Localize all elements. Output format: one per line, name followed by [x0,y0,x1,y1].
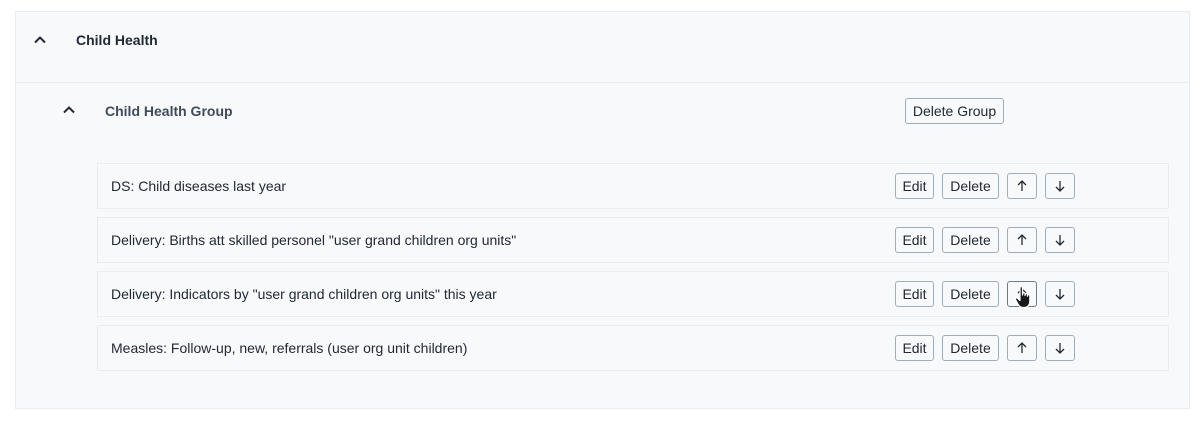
arrow-down-icon [1055,343,1065,354]
chevron-up-icon[interactable] [57,98,81,122]
edit-button[interactable]: Edit [895,227,934,253]
arrow-up-icon [1017,234,1027,245]
delete-group-button[interactable]: Delete Group [905,98,1004,124]
arrow-down-icon [1055,289,1065,300]
delete-button[interactable]: Delete [942,173,999,199]
move-up-button[interactable] [1007,227,1037,253]
arrow-up-icon [1017,180,1027,191]
item-label: Delivery: Indicators by "user grand chil… [111,286,497,302]
group-title: Child Health Group [105,103,233,119]
item-label: Measles: Follow-up, new, referrals (user… [111,340,468,356]
move-down-button[interactable] [1045,227,1075,253]
list-item: DS: Child diseases last year Edit Delete [97,163,1169,209]
arrow-down-icon [1055,235,1065,246]
move-down-button[interactable] [1045,335,1075,361]
section-header[interactable]: Child Health [16,12,1189,83]
move-up-button[interactable] [1007,281,1037,307]
section-child-health: Child Health Child Health Group Delete G… [15,11,1190,409]
list-item: Measles: Follow-up, new, referrals (user… [97,325,1169,371]
delete-button[interactable]: Delete [942,227,999,253]
list-item: Delivery: Births att skilled personel "u… [97,217,1169,263]
delete-button[interactable]: Delete [942,281,999,307]
arrow-up-icon [1017,288,1027,299]
arrow-down-icon [1055,181,1065,192]
list-item: Delivery: Indicators by "user grand chil… [97,271,1169,317]
move-down-button[interactable] [1045,281,1075,307]
item-label: Delivery: Births att skilled personel "u… [111,232,517,248]
move-down-button[interactable] [1045,173,1075,199]
edit-button[interactable]: Edit [895,281,934,307]
move-up-button[interactable] [1007,335,1037,361]
move-up-button[interactable] [1007,173,1037,199]
item-label: DS: Child diseases last year [111,178,287,194]
section-title: Child Health [76,32,158,48]
edit-button[interactable]: Edit [895,173,934,199]
arrow-up-icon [1017,342,1027,353]
chevron-up-icon[interactable] [28,28,52,52]
edit-button[interactable]: Edit [895,335,934,361]
delete-button[interactable]: Delete [942,335,999,361]
